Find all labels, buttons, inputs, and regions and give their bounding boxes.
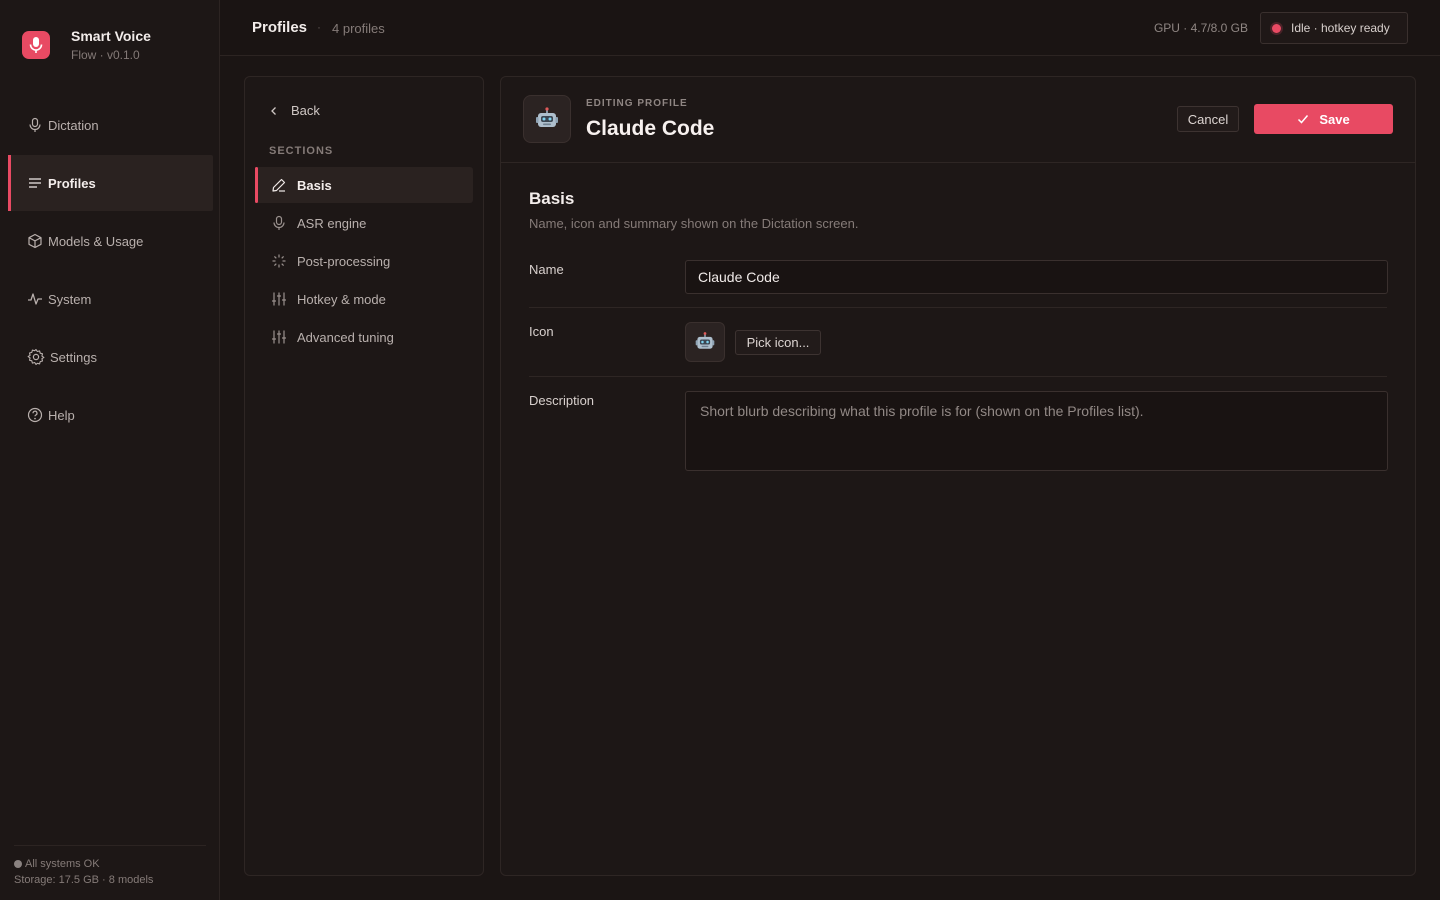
chevron-left-icon [271, 106, 276, 115]
section-title: Basis [529, 189, 575, 208]
cancel-button[interactable]: Cancel [1177, 106, 1239, 132]
section-item-label: ASR engine [297, 215, 367, 231]
lines-icon [29, 178, 41, 188]
section-item-post-processing[interactable]: Post-processing [255, 243, 473, 279]
icon-label: Icon [529, 324, 554, 339]
section-item-basis[interactable]: Basis [255, 167, 473, 203]
sidebar-item-label: Profiles [48, 175, 96, 191]
sections-panel: Back SECTIONS Basis ASR engine Post-proc… [244, 76, 484, 876]
check-icon [1298, 115, 1309, 124]
name-label: Name [529, 262, 564, 277]
divider [529, 307, 1387, 308]
mic-icon [273, 215, 285, 230]
back-button[interactable]: Back [269, 103, 320, 118]
system-status: All systems OK [25, 858, 100, 870]
sidebar-item-dictation[interactable]: Dictation [8, 97, 213, 153]
brand: Smart Voice Flow · v0.1.0 [22, 28, 151, 62]
pencil-icon [272, 178, 286, 192]
sidebar-item-label: Settings [50, 349, 97, 365]
title-separator: · [317, 20, 321, 34]
editor-header: EDITING PROFILE Claude Code Cancel Save [501, 77, 1415, 163]
record-dot-icon [1272, 23, 1281, 33]
icon-preview[interactable] [685, 322, 725, 362]
app-logo-icon [22, 31, 50, 59]
description-label: Description [529, 393, 595, 408]
sidebar-item-system[interactable]: System [8, 271, 213, 327]
sidebar-item-label: Models & Usage [48, 233, 144, 249]
profile-icon [523, 95, 571, 143]
sliders-icon [272, 292, 286, 306]
section-item-label: Post-processing [297, 253, 391, 269]
robot-icon [536, 107, 558, 127]
page-title: Profiles [252, 19, 308, 36]
sidebar: Smart Voice Flow · v0.1.0 Dictation Prof… [0, 0, 220, 900]
mic-icon [29, 117, 41, 132]
gear-icon [27, 348, 45, 366]
name-input[interactable] [685, 260, 1388, 294]
sidebar-item-label: Dictation [48, 117, 99, 133]
activity-icon [28, 293, 42, 305]
robot-icon [695, 332, 715, 349]
section-item-asr-engine[interactable]: ASR engine [255, 205, 473, 241]
top-bar: Profiles · 4 profiles GPU · 4.7/8.0 GB I… [220, 0, 1440, 56]
status-text: Idle · hotkey ready [1291, 21, 1390, 35]
sidebar-item-profiles[interactable]: Profiles [8, 155, 213, 211]
section-item-advanced-tuning[interactable]: Advanced tuning [255, 319, 473, 355]
section-item-hotkey-mode[interactable]: Hotkey & mode [255, 281, 473, 317]
editor-kicker: EDITING PROFILE [586, 98, 688, 109]
section-item-label: Basis [297, 177, 332, 193]
description-field[interactable] [685, 391, 1388, 471]
sidebar-item-label: Help [48, 407, 75, 423]
section-item-label: Hotkey & mode [297, 291, 386, 307]
sections-heading: SECTIONS [269, 145, 334, 157]
app-version: Flow · v0.1.0 [71, 48, 140, 62]
sliders-icon [272, 330, 286, 344]
profile-editor: EDITING PROFILE Claude Code Cancel Save … [500, 76, 1416, 876]
pick-icon-button[interactable]: Pick icon... [735, 330, 821, 355]
divider [14, 845, 206, 846]
sections-list: Basis ASR engine Post-processing Hotkey … [255, 167, 473, 357]
main-nav: Dictation Profiles Models & Usage System… [8, 97, 213, 445]
save-button[interactable]: Save [1254, 104, 1393, 134]
help-icon [27, 407, 43, 423]
section-description: Name, icon and summary shown on the Dict… [529, 216, 859, 231]
sparkle-icon [272, 254, 286, 268]
profile-count: 4 profiles [332, 21, 385, 36]
profile-title: Claude Code [586, 117, 715, 140]
cube-icon [28, 233, 42, 249]
divider [529, 376, 1387, 377]
status-dot-icon [14, 860, 22, 868]
back-label: Back [291, 103, 320, 118]
sidebar-item-models-usage[interactable]: Models & Usage [8, 213, 213, 269]
storage-info: Storage: 17.5 GB · 8 models [14, 874, 154, 886]
status-pill[interactable]: Idle · hotkey ready [1260, 12, 1408, 44]
sidebar-item-label: System [48, 291, 92, 307]
save-label: Save [1319, 111, 1350, 127]
section-item-label: Advanced tuning [297, 329, 394, 345]
sidebar-item-settings[interactable]: Settings [8, 329, 213, 385]
gpu-usage: GPU · 4.7/8.0 GB [1153, 21, 1248, 35]
app-name: Smart Voice [71, 28, 151, 44]
sidebar-footer: All systems OK Storage: 17.5 GB · 8 mode… [14, 845, 206, 886]
sidebar-item-help[interactable]: Help [8, 387, 213, 443]
